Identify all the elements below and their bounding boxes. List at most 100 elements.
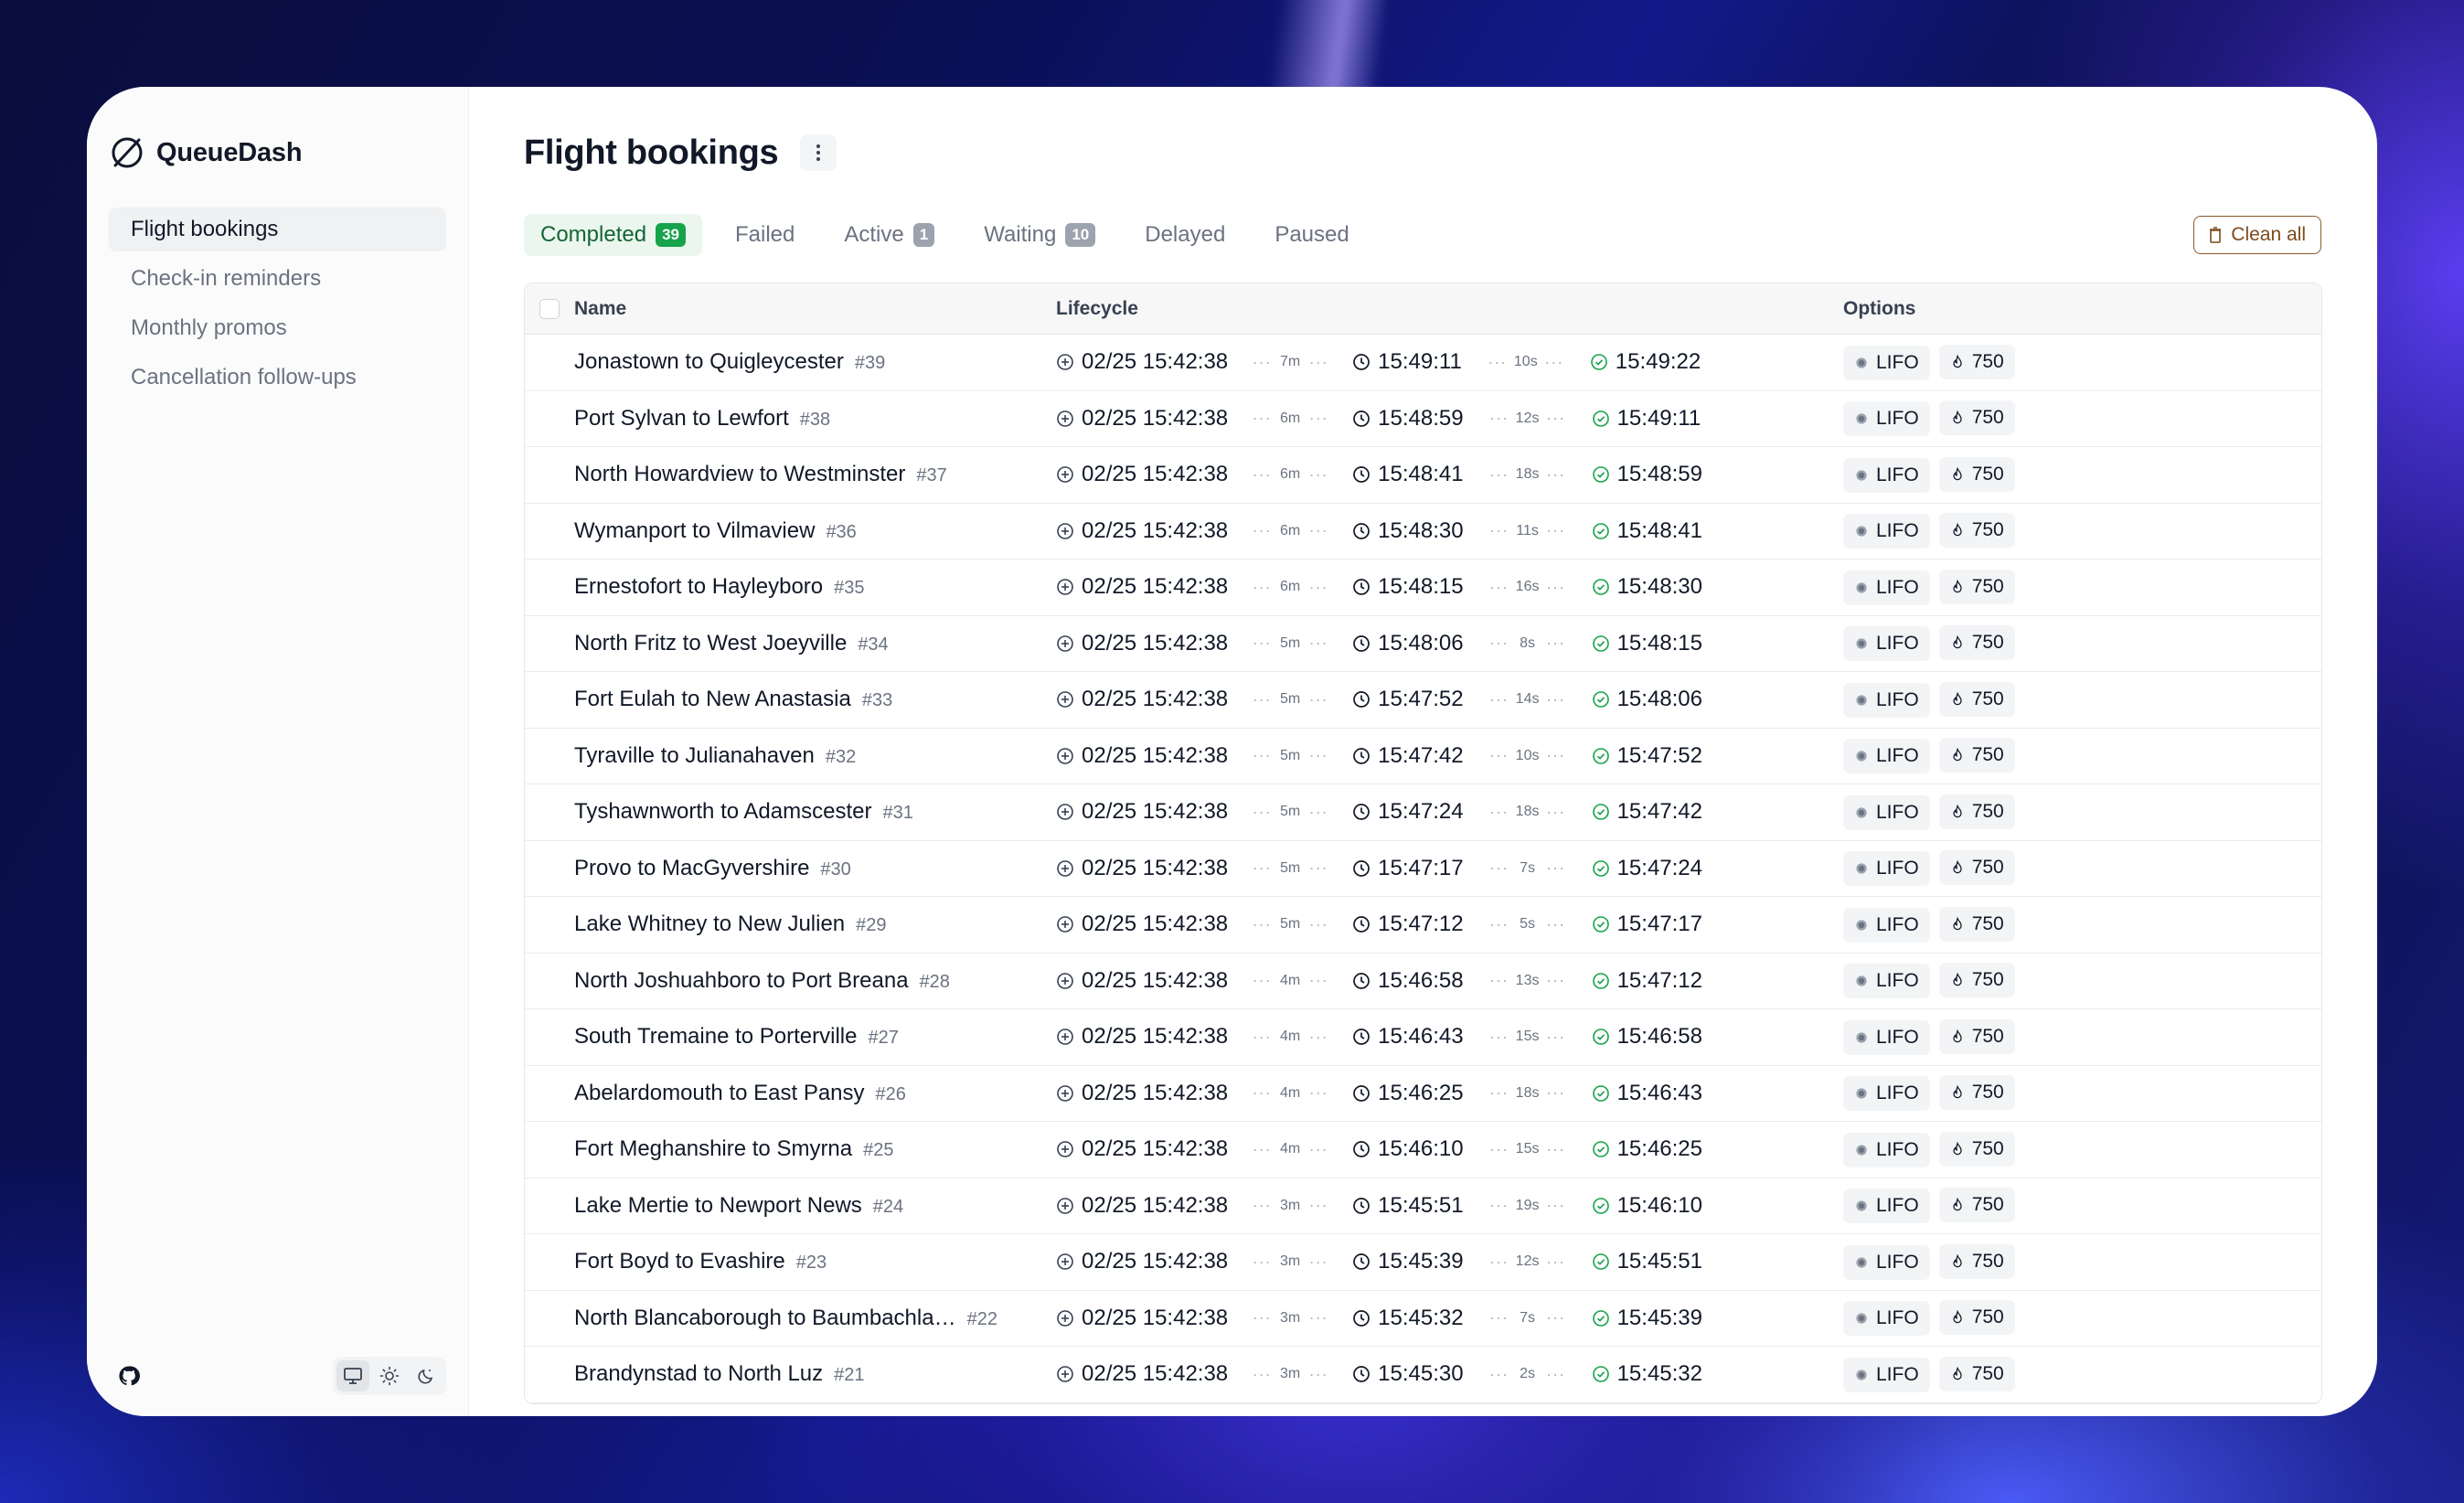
added-plus-icon [1056,803,1074,821]
table-row[interactable]: Wymanport to Vilmaview #36 02/25 15:42:38 ·… [525,504,2321,560]
finished-timestamp: 15:46:58 [1592,1024,1702,1050]
table-row[interactable]: South Tremaine to Porterville #27 02/25 15… [525,1009,2321,1066]
table-row[interactable]: Lake Whitney to New Julien #29 02/25 15:42… [525,897,2321,954]
sidebar-item[interactable]: Check-in reminders [109,257,446,301]
monitor-icon[interactable] [336,1360,369,1391]
dots: ··· [1252,1364,1272,1383]
dots: ··· [1308,1364,1328,1383]
job-id: #23 [795,1252,827,1274]
order-badge: LIFO [1843,907,1930,943]
added-plus-icon [1056,1197,1074,1215]
table-row[interactable]: Brandynstad to North Luz #21 02/25 15:42:3… [525,1347,2321,1403]
job-name[interactable]: Tyraville to Julianahaven [574,743,815,769]
table-row[interactable]: Tyshawnworth to Adamscester #31 02/25 15:4… [525,784,2321,841]
table-row[interactable]: Jonastown to Quigleycester #39 02/25 15:42… [525,335,2321,391]
dots: ··· [1489,1252,1509,1271]
clock-icon [1352,1140,1371,1158]
job-name[interactable]: Jonastown to Quigleycester [574,349,844,375]
job-name[interactable]: Port Sylvan to Lewfort [574,406,789,432]
dots: ··· [1546,577,1566,596]
lifecycle-cell: 02/25 15:42:38 ··· 6m ··· 15:48:30 ··· 11s ··· 1… [1056,518,1843,544]
wait-duration: ··· 5m ··· [1228,803,1352,822]
run-duration: ··· 15s ··· [1464,1140,1592,1159]
job-name[interactable]: Fort Boyd to Evashire [574,1249,785,1274]
priority-badge: 750 [1938,1075,2015,1111]
job-name[interactable]: Wymanport to Vilmaview [574,518,815,544]
dots: ··· [1308,858,1328,878]
order-label: LIFO [1876,633,1919,655]
job-name[interactable]: Provo to MacGyvershire [574,856,809,881]
job-name[interactable]: Lake Mertie to Newport News [574,1193,862,1219]
job-name[interactable]: Tyshawnworth to Adamscester [574,799,871,825]
tab-waiting[interactable]: Waiting 10 [967,214,1112,256]
options-cell: LIFO 750 [1843,569,2321,605]
tab-delayed[interactable]: Delayed [1128,214,1242,256]
disc-icon [1854,1143,1869,1157]
job-name[interactable]: Abelardomouth to East Pansy [574,1081,865,1106]
added-plus-icon [1056,1140,1074,1158]
wait-time: 6m [1280,522,1301,538]
flame-icon [1950,916,1965,933]
dots: ··· [1546,409,1566,428]
finished-timestamp: 15:48:15 [1592,631,1702,656]
sidebar-item[interactable]: Cancellation follow-ups [109,356,446,400]
table-row[interactable]: Port Sylvan to Lewfort #38 02/25 15:42:38 ·… [525,391,2321,447]
table-row[interactable]: North Howardview to Westminster #37 02/25 … [525,447,2321,504]
table-row[interactable]: Ernestofort to Hayleyboro #35 02/25 15:42:… [525,560,2321,616]
disc-icon [1854,861,1869,876]
run-time: 15s [1515,1141,1540,1157]
dots: ··· [1489,1364,1509,1383]
job-name[interactable]: North Howardview to Westminster [574,462,905,487]
sidebar-item[interactable]: Flight bookings [109,208,446,251]
priority-badge: 750 [1938,1243,2015,1279]
table-row[interactable]: Fort Meghanshire to Smyrna #25 02/25 15:42… [525,1122,2321,1178]
added-time: 02/25 15:42:38 [1082,1192,1229,1218]
priority-badge: 750 [1938,344,2015,379]
clock-icon [1352,690,1371,709]
job-name[interactable]: Brandynstad to North Luz [574,1361,823,1387]
sun-icon[interactable] [373,1360,406,1391]
clock-icon [1352,1365,1371,1383]
more-options-button[interactable] [800,134,837,171]
table-row[interactable]: North Joshuahboro to Port Breana #28 02/25… [525,954,2321,1009]
select-all-checkbox[interactable] [539,298,560,319]
wait-duration: ··· 6m ··· [1228,409,1352,428]
table-row[interactable]: North Blancaborough to Baumbachla… #22 02/… [525,1291,2321,1347]
run-duration: ··· 18s ··· [1464,465,1592,485]
lifecycle-cell: 02/25 15:42:38 ··· 5m ··· 15:47:12 ··· 5s ··· 15… [1056,911,1843,937]
table-row[interactable]: Fort Eulah to New Anastasia #33 02/25 15:4… [525,672,2321,729]
dots: ··· [1252,1027,1272,1046]
job-name[interactable]: North Joshuahboro to Port Breana [574,968,909,994]
job-name[interactable]: South Tremaine to Porterville [574,1024,857,1050]
job-name[interactable]: North Fritz to West Joeyville [574,631,847,656]
tab-active[interactable]: Active 1 [827,214,951,256]
table-row[interactable]: Fort Boyd to Evashire #23 02/25 15:42:38 ··… [525,1234,2321,1291]
dots: ··· [1252,802,1272,821]
wait-duration: ··· 4m ··· [1228,1083,1352,1103]
job-name[interactable]: North Blancaborough to Baumbachla… [574,1306,956,1331]
clean-all-button[interactable]: Clean all [2193,216,2321,254]
options-cell: LIFO 750 [1843,850,2321,887]
table-row[interactable]: Tyraville to Julianahaven #32 02/25 15:42:… [525,729,2321,784]
table-row[interactable]: Lake Mertie to Newport News #24 02/25 15:4… [525,1178,2321,1234]
flame-icon [1950,522,1965,538]
job-name[interactable]: Lake Whitney to New Julien [574,911,845,937]
job-name[interactable]: Ernestofort to Hayleyboro [574,574,823,600]
job-name[interactable]: Fort Eulah to New Anastasia [574,687,851,712]
added-plus-icon [1056,972,1074,990]
tab-failed[interactable]: Failed [719,214,811,256]
wait-time: 5m [1280,804,1301,820]
moon-icon[interactable] [410,1360,443,1391]
sidebar-item[interactable]: Monthly promos [109,306,446,350]
job-name[interactable]: Fort Meghanshire to Smyrna [574,1136,852,1162]
added-time: 02/25 15:42:38 [1082,1361,1229,1387]
table-row[interactable]: North Fritz to West Joeyville #34 02/25 15… [525,616,2321,672]
tab-completed[interactable]: Completed 39 [524,214,702,256]
tab-paused[interactable]: Paused [1258,214,1365,256]
table-row[interactable]: Provo to MacGyvershire #30 02/25 15:42:38 ·… [525,841,2321,897]
finished-time: 15:48:06 [1616,687,1702,712]
order-badge: LIFO [1843,739,1930,774]
table-row[interactable]: Abelardomouth to East Pansy #26 02/25 15:4… [525,1066,2321,1122]
github-icon[interactable] [109,1356,149,1396]
run-duration: ··· 18s ··· [1464,803,1592,822]
